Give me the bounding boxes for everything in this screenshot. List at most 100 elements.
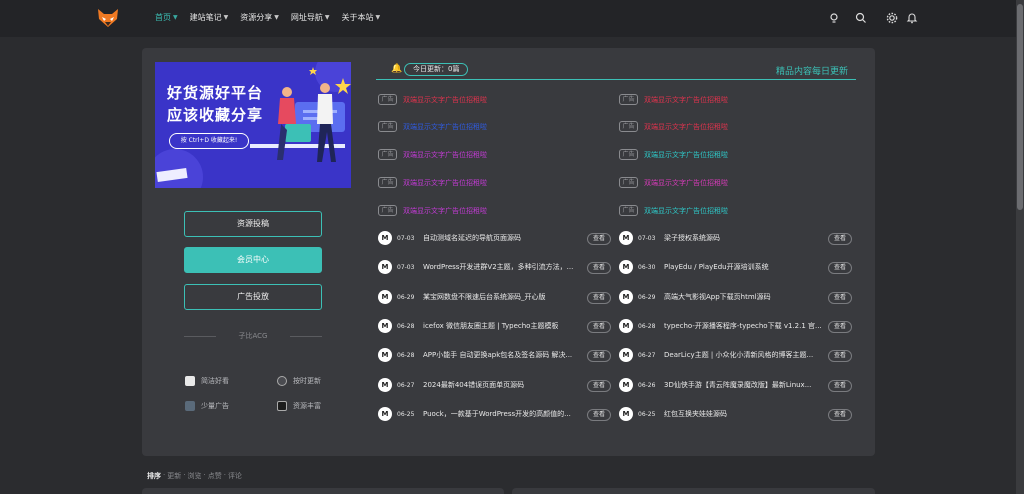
promo-banner[interactable]: 好货源好平台 应该收藏分享 按 Ctrl+D 收藏起来! xyxy=(155,62,351,188)
view-button[interactable]: 查看 xyxy=(587,233,611,245)
page-scrollbar[interactable] xyxy=(1016,0,1024,494)
submit-resource-button[interactable]: 资源投稿 xyxy=(184,211,322,237)
avatar: M xyxy=(619,348,633,362)
feature-fewer-ads: 少量广告 xyxy=(185,401,229,411)
view-button[interactable]: 查看 xyxy=(587,321,611,333)
list-item[interactable]: M 07-03 自动测域名延迟的导航页面源码 xyxy=(378,231,521,245)
list-item[interactable]: M 06-29 某宝网数盘不限速后台系统源码_开心版 xyxy=(378,290,546,304)
avatar: M xyxy=(378,290,392,304)
list-item[interactable]: M 06-25 红包互换夹娃娃源码 xyxy=(619,407,727,421)
post-card[interactable] xyxy=(512,488,875,494)
list-item[interactable]: M 06-28 icefox 微信朋友圈主题 | Typecho主题模板 xyxy=(378,319,558,333)
sort-bar: 排序 · 更新 · 浏览 · 点赞 · 评论 xyxy=(147,471,242,481)
top-navbar xyxy=(0,0,1024,37)
view-button[interactable]: 查看 xyxy=(828,409,852,421)
ad-text-link[interactable]: 广告 双端显示文字广告位招租啦 xyxy=(378,177,487,188)
view-button[interactable]: 查看 xyxy=(828,321,852,333)
site-logo[interactable] xyxy=(97,8,119,28)
view-button[interactable]: 查看 xyxy=(828,262,852,274)
banner-illustration xyxy=(155,62,351,188)
bell-icon[interactable] xyxy=(906,12,918,24)
ad-text-link[interactable]: 广告 双端显示文字广告位招租啦 xyxy=(619,205,728,216)
ad-tag: 广告 xyxy=(378,121,397,132)
clock-icon xyxy=(277,376,287,386)
view-button[interactable]: 查看 xyxy=(828,233,852,245)
avatar: M xyxy=(378,260,392,274)
avatar: M xyxy=(378,319,392,333)
scrollbar-thumb[interactable] xyxy=(1017,4,1023,210)
sort-views[interactable]: 浏览 xyxy=(187,471,201,481)
ad-text-link[interactable]: 广告 双端显示文字广告位招租啦 xyxy=(378,149,487,160)
list-item[interactable]: M 06-26 3D仙侠手游【青云阵魔录魔改版】最新Linux... xyxy=(619,378,811,392)
avatar: M xyxy=(378,231,392,245)
feature-rich: 资源丰富 xyxy=(277,401,321,411)
banner-title-line2: 应该收藏分享 xyxy=(167,106,264,124)
list-item[interactable]: M 07-03 梁子授权系统源码 xyxy=(619,231,720,245)
ad-text-link[interactable]: 广告 双端显示文字广告位招租啦 xyxy=(378,121,487,132)
ad-text-link[interactable]: 广告 双端显示文字广告位招租啦 xyxy=(378,94,487,105)
ad-text-link[interactable]: 广告 双端显示文字广告位招租啦 xyxy=(619,121,728,132)
search-icon[interactable] xyxy=(855,12,867,24)
nav-directory[interactable]: 网址导航 ▼ xyxy=(291,12,330,23)
view-button[interactable]: 查看 xyxy=(587,292,611,304)
view-button[interactable]: 查看 xyxy=(828,380,852,392)
list-item[interactable]: M 06-28 typecho-开源播客程序-typecho下载 v1.2.1 官.… xyxy=(619,319,822,333)
view-button[interactable]: 查看 xyxy=(587,262,611,274)
list-item[interactable]: M 06-30 PlayEdu / PlayEdu开源培训系统 xyxy=(619,260,769,274)
ad-tag: 广告 xyxy=(619,94,638,105)
post-card[interactable] xyxy=(142,488,504,494)
ad-text-link[interactable]: 广告 双端显示文字广告位招租啦 xyxy=(619,149,728,160)
updates-divider xyxy=(376,79,856,80)
today-updates-badge: 今日更新：0篇 xyxy=(404,63,469,76)
nav-about[interactable]: 关于本站 ▼ xyxy=(342,12,381,23)
sort-update[interactable]: 更新 xyxy=(167,471,181,481)
chevron-down-icon: ▼ xyxy=(375,14,381,21)
view-button[interactable]: 查看 xyxy=(828,350,852,362)
bookmark-hint-button[interactable]: 按 Ctrl+D 收藏起来! xyxy=(169,133,249,149)
chevron-down-icon: ▼ xyxy=(223,14,229,21)
avatar: M xyxy=(378,378,392,392)
avatar: M xyxy=(619,290,633,304)
update-slogan: 精品内容每日更新 xyxy=(776,67,849,77)
view-button[interactable]: 查看 xyxy=(828,292,852,304)
ad-tag: 广告 xyxy=(619,177,638,188)
view-button[interactable]: 查看 xyxy=(587,380,611,392)
chevron-down-icon: ▼ xyxy=(324,14,330,21)
box-icon xyxy=(277,401,287,411)
ad-text-link[interactable]: 广告 双端显示文字广告位招租啦 xyxy=(619,94,728,105)
list-item[interactable]: M 06-29 高端大气影视App下载页html源码 xyxy=(619,290,771,304)
list-item[interactable]: M 06-27 2024最新404错误页面单页源码 xyxy=(378,378,524,392)
lightbulb-icon[interactable] xyxy=(828,12,840,24)
member-center-button[interactable]: 会员中心 xyxy=(184,247,322,273)
nav-home[interactable]: 首页 ▼ xyxy=(155,12,178,23)
list-item[interactable]: M 06-28 APP小能手 自动更换apk包名及签名源码 解决... xyxy=(378,348,572,362)
ad-tag: 广告 xyxy=(619,205,638,216)
sort-comments[interactable]: 评论 xyxy=(228,471,242,481)
view-button[interactable]: 查看 xyxy=(587,350,611,362)
ad-text-link[interactable]: 广告 双端显示文字广告位招租啦 xyxy=(619,177,728,188)
feature-timely: 按时更新 xyxy=(277,376,321,386)
nav-resources[interactable]: 资源分享 ▼ xyxy=(240,12,279,23)
bell-icon: 🔔 xyxy=(391,64,403,74)
list-item[interactable]: M 06-27 DearLicy主题 | 小众化小清新风格的博客主题... xyxy=(619,348,813,362)
avatar: M xyxy=(378,407,392,421)
avatar: M xyxy=(619,319,633,333)
list-item[interactable]: M 06-25 Puock，一款基于WordPress开发的高颜值的... xyxy=(378,407,571,421)
main-nav: 首页 ▼ 建站笔记 ▼ 资源分享 ▼ 网址导航 ▼ 关于本站 ▼ xyxy=(155,12,392,23)
advertise-button[interactable]: 广告投放 xyxy=(184,284,322,310)
sort-label: 排序 xyxy=(147,472,161,480)
ad-tag: 广告 xyxy=(378,177,397,188)
settings-icon[interactable] xyxy=(886,12,898,24)
banner-title-line1: 好货源好平台 xyxy=(167,84,264,102)
nav-notes[interactable]: 建站笔记 ▼ xyxy=(190,12,229,23)
ad-text-link[interactable]: 广告 双端显示文字广告位招租啦 xyxy=(378,205,487,216)
avatar: M xyxy=(619,407,633,421)
ad-icon xyxy=(185,401,195,411)
brush-icon xyxy=(185,376,195,386)
list-item[interactable]: M 07-03 WordPress开发进群V2主题，多种引流方法，... xyxy=(378,260,573,274)
chevron-down-icon: ▼ xyxy=(173,14,178,21)
ad-tag: 广告 xyxy=(378,149,397,160)
avatar: M xyxy=(619,231,633,245)
sort-likes[interactable]: 点赞 xyxy=(208,471,222,481)
view-button[interactable]: 查看 xyxy=(587,409,611,421)
